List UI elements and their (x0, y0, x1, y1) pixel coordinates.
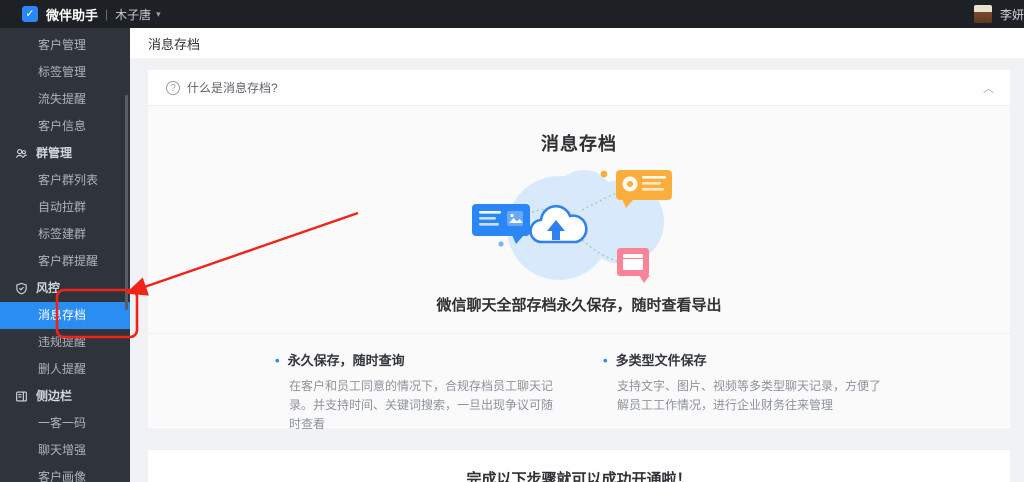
sidebar-item-tag-management[interactable]: 标签管理 (0, 59, 130, 86)
bullet-dot-icon: • (275, 353, 280, 368)
feature-description: 支持文字、图片、视频等多类型聊天记录，方便了解员工工作情况，进行企业财务往来管理 (603, 377, 883, 415)
sidebar-item-label: 侧边栏 (36, 383, 72, 410)
sidebar-item-label: 流失提醒 (38, 92, 86, 106)
main-content: 消息存档 ? 什么是消息存档? ︿ 消息存档 (130, 28, 1024, 482)
chat-bubble-file (617, 248, 650, 283)
sidebar-item-side-panel[interactable]: 侧边栏 (0, 383, 130, 410)
chevron-down-icon[interactable]: ▾ (156, 9, 161, 20)
sidebar-item-customer-portrait[interactable]: 客户画像 (0, 464, 130, 482)
sidebar-item-label: 聊天增强 (38, 443, 86, 457)
features-divider (148, 333, 1010, 334)
sidebar-item-label: 风控 (36, 275, 60, 302)
group-icon (15, 147, 28, 160)
sidebar-item-one-customer-one-code[interactable]: 一客一码 (0, 410, 130, 437)
sidebar-item-label: 标签建群 (38, 227, 86, 241)
feature-list: •永久保存，随时查询在客户和员工同意的情况下，合规存档员工聊天记录。并支持时间、… (148, 350, 1010, 434)
sidebar-item-auto-group-pull[interactable]: 自动拉群 (0, 194, 130, 221)
panel-icon (15, 390, 28, 403)
sidebar-item-tag-group-create[interactable]: 标签建群 (0, 221, 130, 248)
question-circle-icon: ? (166, 81, 180, 95)
sidebar-item-chat-enhance[interactable]: 聊天增强 (0, 437, 130, 464)
topbar: ✓ 微伴助手 | 木子唐 ▾ 李妍 (0, 0, 1024, 28)
sidebar-item-label: 消息存档 (38, 308, 86, 322)
sidebar-item-label: 客户画像 (38, 470, 86, 482)
intro-panel-body: 消息存档 (148, 106, 1010, 427)
feature-title: •多类型文件保存 (603, 350, 883, 369)
sidebar-item-label: 违规提醒 (38, 335, 86, 349)
chat-bubble-image (472, 204, 530, 244)
bullet-dot-icon: • (603, 353, 608, 368)
sidebar-item-label: 删人提醒 (38, 362, 86, 376)
blue-dot (498, 241, 503, 246)
sidebar-item-customer-group-list[interactable]: 客户群列表 (0, 167, 130, 194)
feature-2: •多类型文件保存支持文字、图片、视频等多类型聊天记录，方便了解员工工作情况，进行… (603, 350, 883, 434)
sidebar: 客户管理标签管理流失提醒客户信息群管理客户群列表自动拉群标签建群客户群提醒风控消… (0, 28, 130, 482)
sidebar-item-customer-group-reminder[interactable]: 客户群提醒 (0, 248, 130, 275)
feature-1: •永久保存，随时查询在客户和员工同意的情况下，合规存档员工聊天记录。并支持时间、… (275, 350, 555, 434)
sidebar-item-label: 客户群列表 (38, 173, 98, 187)
sidebar-item-label: 群管理 (36, 140, 72, 167)
sidebar-item-churn-reminder[interactable]: 流失提醒 (0, 86, 130, 113)
sidebar-item-label: 一客一码 (38, 416, 86, 430)
sidebar-item-message-archive[interactable]: 消息存档 (0, 302, 130, 329)
panel-header-label: 什么是消息存档? (187, 79, 278, 96)
shield-icon (15, 282, 28, 295)
sidebar-item-label: 客户管理 (38, 38, 86, 52)
user-avatar[interactable] (974, 5, 992, 23)
intro-panel-header[interactable]: ? 什么是消息存档? ︿ (148, 70, 1010, 106)
account-switcher[interactable]: 木子唐 (115, 6, 151, 23)
topbar-divider: | (105, 7, 108, 21)
steps-title: 完成以下步骤就可以成功开通啦！ (148, 450, 1010, 482)
cloud-archive-illustration (454, 162, 704, 290)
sidebar-item-delete-reminder[interactable]: 删人提醒 (0, 356, 130, 383)
page-header: 消息存档 (130, 28, 1024, 58)
orange-dot (601, 171, 608, 178)
page-title: 消息存档 (148, 34, 200, 53)
chevron-up-icon[interactable]: ︿ (983, 80, 994, 96)
sidebar-scrollbar[interactable] (125, 95, 128, 310)
user-name[interactable]: 李妍 (1000, 6, 1024, 23)
sidebar-item-customer-info[interactable]: 客户信息 (0, 113, 130, 140)
sidebar-item-risk-control[interactable]: 风控 (0, 275, 130, 302)
sidebar-menu: 客户管理标签管理流失提醒客户信息群管理客户群列表自动拉群标签建群客户群提醒风控消… (0, 32, 130, 482)
app-window: ✓ 微伴助手 | 木子唐 ▾ 李妍 客户管理标签管理流失提醒客户信息群管理客户群… (0, 0, 1024, 482)
app-name: 微伴助手 (46, 5, 98, 24)
intro-card: ? 什么是消息存档? ︿ 消息存档 (148, 70, 1010, 428)
sidebar-item-violation-reminder[interactable]: 违规提醒 (0, 329, 130, 356)
hero-subtitle: 微信聊天全部存档永久保存，随时查看导出 (148, 294, 1010, 315)
feature-title: •永久保存，随时查询 (275, 350, 555, 369)
feature-description: 在客户和员工同意的情况下，合规存档员工聊天记录。并支持时间、关键词搜索，一旦出现… (275, 377, 555, 434)
sidebar-item-label: 标签管理 (38, 65, 86, 79)
sidebar-item-label: 自动拉群 (38, 200, 86, 214)
sidebar-item-label: 客户群提醒 (38, 254, 98, 268)
sidebar-item-group-management[interactable]: 群管理 (0, 140, 130, 167)
app-logo-icon: ✓ (22, 6, 38, 22)
sidebar-item-label: 客户信息 (38, 119, 86, 133)
hero-title: 消息存档 (148, 106, 1010, 156)
steps-card: 完成以下步骤就可以成功开通啦！ (148, 450, 1010, 482)
sidebar-item-customer-management[interactable]: 客户管理 (0, 32, 130, 59)
